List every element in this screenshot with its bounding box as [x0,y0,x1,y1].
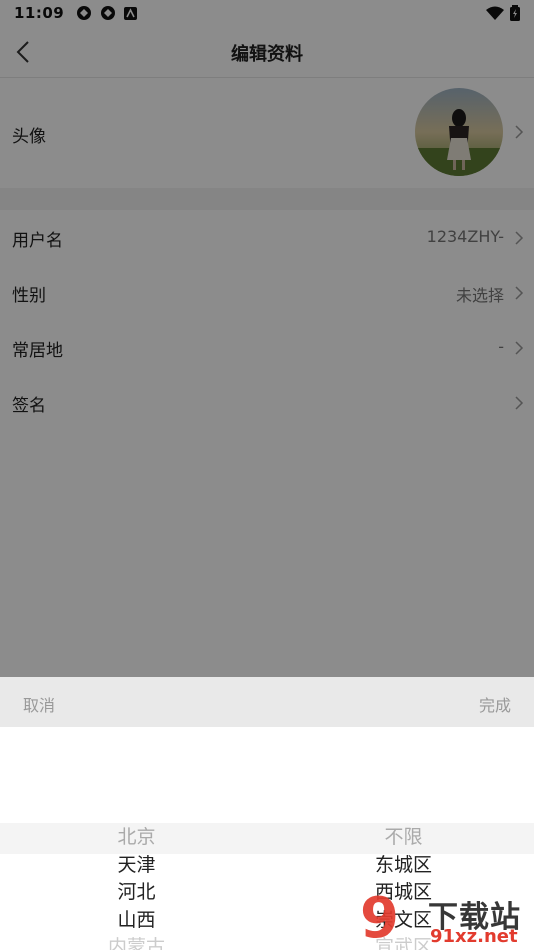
modal-dim-overlay[interactable] [0,0,534,677]
province-option[interactable]: 北京 [3,823,270,851]
province-option[interactable]: 山西 [3,906,270,934]
picker-done-button[interactable]: 完成 [479,692,511,716]
district-option[interactable]: 东城区 [270,851,534,879]
province-option[interactable]: 内蒙古 [3,933,270,950]
picker-cancel-button[interactable]: 取消 [23,692,55,716]
province-option[interactable]: 天津 [3,851,270,879]
watermark-url: 91xz.net [430,926,518,947]
site-watermark: 9 下载站 91xz.net [360,888,534,950]
district-option[interactable]: 不限 [270,823,534,851]
picker-toolbar: 取消 完成 [0,677,534,727]
province-option[interactable]: 河北 [3,878,270,906]
province-wheel[interactable]: 北京 天津 河北 山西 内蒙古 [3,823,270,950]
watermark-logo-digits: 9 [360,886,399,950]
